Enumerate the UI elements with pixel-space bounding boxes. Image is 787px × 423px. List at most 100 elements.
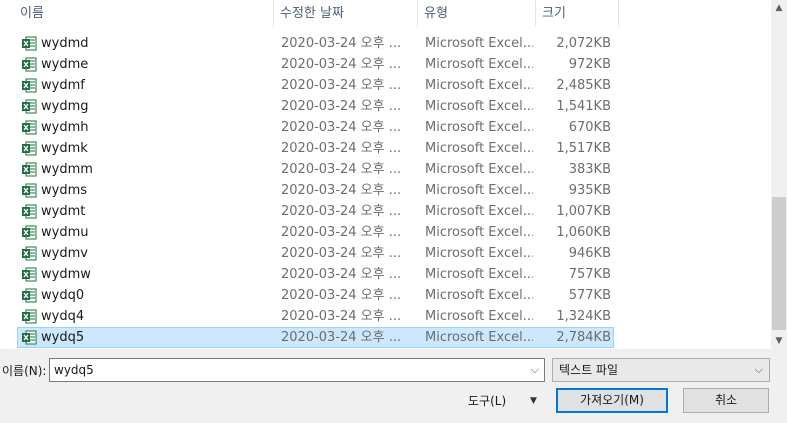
excel-file-icon (22, 99, 37, 114)
file-row[interactable]: wydq4 2020-03-24 오후 ... Microsoft Excel...… (17, 306, 614, 327)
file-date-modified: 2020-03-24 오후 ... (281, 183, 402, 198)
excel-file-icon (22, 141, 37, 156)
file-size: 935KB (568, 183, 611, 198)
file-date-modified: 2020-03-24 오후 ... (281, 78, 402, 93)
file-size: 1,324KB (556, 309, 611, 324)
file-date-modified: 2020-03-24 오후 ... (281, 267, 402, 282)
file-date-modified: 2020-03-24 오후 ... (281, 288, 402, 303)
file-size: 1,060KB (556, 225, 611, 240)
file-type: Microsoft Excel... (425, 204, 533, 219)
file-date-modified: 2020-03-24 오후 ... (281, 246, 402, 261)
file-row[interactable]: wydmg 2020-03-24 오후 ... Microsoft Excel...… (17, 96, 614, 117)
file-type: Microsoft Excel... (425, 309, 533, 324)
file-date-modified: 2020-03-24 오후 ... (281, 330, 402, 345)
column-header-date-modified[interactable]: 수정한 날짜 (274, 0, 418, 27)
file-size: 1,007KB (556, 204, 611, 219)
file-size: 2,072KB (556, 36, 611, 51)
excel-file-icon (22, 204, 37, 219)
file-row[interactable]: wydmh 2020-03-24 오후 ... Microsoft Excel...… (17, 117, 614, 138)
file-date-modified: 2020-03-24 오후 ... (281, 120, 402, 135)
chevron-down-icon[interactable]: ⌵ (531, 359, 539, 381)
column-header-type[interactable]: 유형 (418, 0, 536, 27)
file-size: 757KB (568, 267, 611, 282)
file-row[interactable]: wydmk 2020-03-24 오후 ... Microsoft Excel...… (17, 138, 614, 159)
tools-label: 도구(L) (468, 394, 507, 408)
file-size: 2,784KB (556, 330, 611, 345)
file-row[interactable]: wydmf 2020-03-24 오후 ... Microsoft Excel...… (17, 75, 614, 96)
file-name: wydq5 (41, 330, 85, 345)
file-date-modified: 2020-03-24 오후 ... (281, 309, 402, 324)
file-size: 577KB (568, 288, 611, 303)
file-row[interactable]: wydmw 2020-03-24 오후 ... Microsoft Excel...… (17, 264, 614, 285)
file-row[interactable]: wydmd 2020-03-24 오후 ... Microsoft Excel...… (17, 33, 614, 54)
file-name: wydms (41, 183, 88, 198)
file-name: wydmu (41, 225, 89, 240)
file-name: wydmw (41, 267, 91, 282)
file-size: 972KB (568, 57, 611, 72)
file-size: 946KB (568, 246, 611, 261)
file-type: Microsoft Excel... (425, 57, 533, 72)
file-type: Microsoft Excel... (425, 78, 533, 93)
excel-file-icon (22, 162, 37, 177)
file-row[interactable]: wydmm 2020-03-24 오후 ... Microsoft Excel...… (17, 159, 614, 180)
file-date-modified: 2020-03-24 오후 ... (281, 162, 402, 177)
file-name: wydmh (41, 120, 89, 135)
file-date-modified: 2020-03-24 오후 ... (281, 36, 402, 51)
filename-label: 이름(N): (2, 364, 47, 378)
file-name: wydmv (41, 246, 88, 261)
file-row[interactable]: wydme 2020-03-24 오후 ... Microsoft Excel...… (17, 54, 614, 75)
filename-combobox[interactable]: wydq5 ⌵ (49, 358, 545, 382)
file-type: Microsoft Excel... (425, 225, 533, 240)
file-type: Microsoft Excel... (425, 141, 533, 156)
file-type: Microsoft Excel... (425, 267, 533, 282)
file-size: 670KB (568, 120, 611, 135)
file-type-selected: 텍스트 파일 (559, 363, 619, 377)
caret-down-icon: ▼ (530, 396, 537, 406)
vertical-scrollbar[interactable]: ▲ ▼ (771, 0, 787, 349)
file-type: Microsoft Excel... (425, 246, 533, 261)
file-rows: wydmd 2020-03-24 오후 ... Microsoft Excel...… (17, 33, 614, 348)
filename-input[interactable]: wydq5 (54, 359, 94, 381)
file-name: wydmk (41, 141, 88, 156)
file-size: 1,517KB (556, 141, 611, 156)
tools-menu-button[interactable]: 도구(L) ▼ (468, 390, 537, 412)
cancel-button[interactable]: 취소 (683, 388, 769, 413)
file-name: wydmf (41, 78, 85, 93)
scroll-down-arrow-icon[interactable]: ▼ (771, 333, 787, 349)
excel-file-icon (22, 225, 37, 240)
file-row[interactable]: wydmu 2020-03-24 오후 ... Microsoft Excel...… (17, 222, 614, 243)
file-list-pane[interactable]: ^ 이름 수정한 날짜 유형 크기 wydmd 2020-03-24 오후 ...… (0, 0, 771, 349)
scrollbar-thumb[interactable] (772, 197, 786, 330)
excel-file-icon (22, 183, 37, 198)
file-date-modified: 2020-03-24 오후 ... (281, 225, 402, 240)
file-type: Microsoft Excel... (425, 183, 533, 198)
file-type-dropdown[interactable]: 텍스트 파일 ⌵ (552, 358, 770, 382)
file-type: Microsoft Excel... (425, 330, 533, 345)
file-type: Microsoft Excel... (425, 99, 533, 114)
excel-file-icon (22, 120, 37, 135)
excel-file-icon (22, 246, 37, 261)
file-row[interactable]: wydmv 2020-03-24 오후 ... Microsoft Excel...… (17, 243, 614, 264)
file-type: Microsoft Excel... (425, 162, 533, 177)
file-row[interactable]: wydq0 2020-03-24 오후 ... Microsoft Excel...… (17, 285, 614, 306)
excel-file-icon (22, 57, 37, 72)
file-name: wydmg (41, 99, 89, 114)
file-row[interactable]: wydq5 2020-03-24 오후 ... Microsoft Excel...… (17, 327, 614, 348)
file-open-dialog: ^ 이름 수정한 날짜 유형 크기 wydmd 2020-03-24 오후 ...… (0, 0, 787, 423)
file-type: Microsoft Excel... (425, 120, 533, 135)
file-date-modified: 2020-03-24 오후 ... (281, 141, 402, 156)
column-header-name[interactable]: 이름 (14, 0, 274, 27)
file-name: wydq0 (41, 288, 85, 303)
excel-file-icon (22, 309, 37, 324)
file-name: wydmt (41, 204, 86, 219)
file-size: 1,541KB (556, 99, 611, 114)
column-header-size[interactable]: 크기 (536, 0, 619, 27)
file-date-modified: 2020-03-24 오후 ... (281, 99, 402, 114)
excel-file-icon (22, 288, 37, 303)
file-row[interactable]: wydmt 2020-03-24 오후 ... Microsoft Excel...… (17, 201, 614, 222)
scroll-up-arrow-icon[interactable]: ▲ (771, 0, 787, 16)
open-button[interactable]: 가져오기(M) (556, 388, 668, 413)
file-row[interactable]: wydms 2020-03-24 오후 ... Microsoft Excel...… (17, 180, 614, 201)
file-type: Microsoft Excel... (425, 36, 533, 51)
file-name: wydmm (41, 162, 93, 177)
